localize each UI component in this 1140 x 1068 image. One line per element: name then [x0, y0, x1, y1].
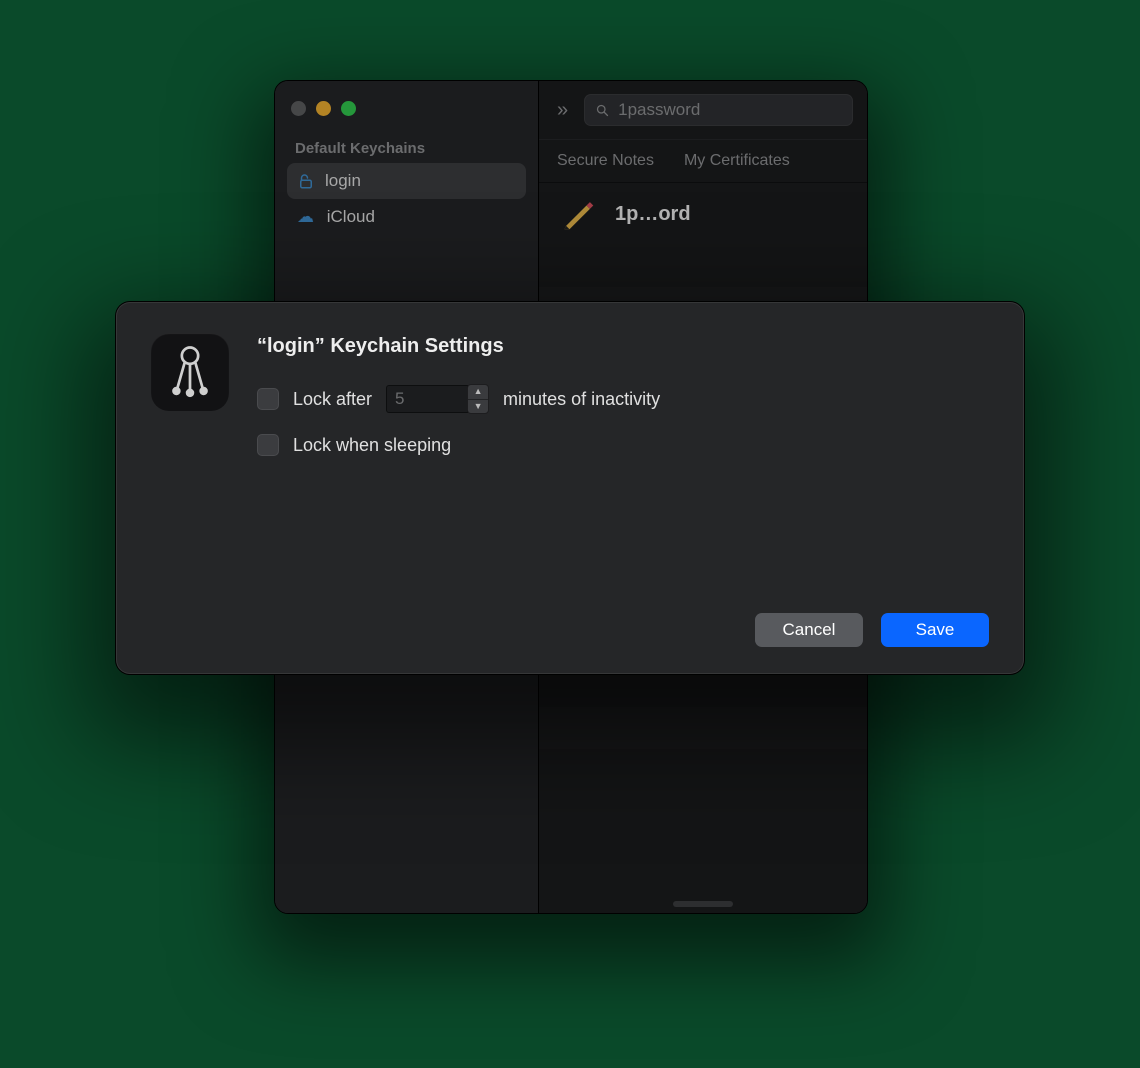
- stepper-down-icon[interactable]: ▼: [468, 400, 488, 414]
- search-value: 1password: [618, 100, 700, 120]
- sidebar-item-icloud[interactable]: ☁︎ iCloud: [287, 199, 526, 235]
- lock-sleep-label: Lock when sleeping: [293, 435, 451, 456]
- lock-after-minutes-input[interactable]: 5: [386, 385, 468, 413]
- cancel-button[interactable]: Cancel: [755, 613, 863, 647]
- sidebar-item-label: login: [325, 171, 361, 191]
- search-icon: [595, 103, 610, 118]
- category-tabs: Secure Notes My Certificates: [539, 140, 867, 183]
- minimize-button-icon[interactable]: [316, 101, 331, 116]
- note-icon: [561, 197, 595, 231]
- sidebar-item-login[interactable]: login: [287, 163, 526, 199]
- lock-sleep-checkbox[interactable]: [257, 434, 279, 456]
- tab-my-certificates[interactable]: My Certificates: [684, 152, 790, 170]
- lock-after-suffix: minutes of inactivity: [503, 389, 660, 410]
- dialog-title: “login” Keychain Settings: [257, 335, 989, 358]
- window-controls: [287, 95, 526, 132]
- keychain-app-icon: [151, 333, 229, 411]
- toolbar: » 1password: [539, 81, 867, 140]
- zoom-button-icon[interactable]: [341, 101, 356, 116]
- tab-secure-notes[interactable]: Secure Notes: [557, 152, 654, 170]
- resize-handle[interactable]: [539, 895, 867, 913]
- stepper-up-icon[interactable]: ▲: [468, 385, 488, 400]
- save-button[interactable]: Save: [881, 613, 989, 647]
- close-button-icon[interactable]: [291, 101, 306, 116]
- lock-after-checkbox[interactable]: [257, 388, 279, 410]
- unlocked-icon: [297, 172, 315, 190]
- minutes-stepper[interactable]: ▲ ▼: [467, 384, 489, 414]
- keychain-settings-dialog: “login” Keychain Settings Lock after 5 ▲…: [116, 302, 1024, 674]
- search-input[interactable]: 1password: [584, 94, 853, 126]
- list-item[interactable]: 1p…ord: [539, 183, 867, 245]
- cloud-icon: ☁︎: [297, 207, 314, 226]
- sidebar-heading: Default Keychains: [287, 132, 526, 163]
- lock-after-label: Lock after: [293, 389, 372, 410]
- lock-sleep-row: Lock when sleeping: [257, 434, 989, 456]
- item-title: 1p…ord: [615, 203, 691, 226]
- sidebar-item-label: iCloud: [327, 207, 375, 226]
- dialog-actions: Cancel Save: [151, 613, 989, 647]
- overflow-icon[interactable]: »: [553, 99, 572, 122]
- lock-after-row: Lock after 5 ▲ ▼ minutes of inactivity: [257, 384, 989, 414]
